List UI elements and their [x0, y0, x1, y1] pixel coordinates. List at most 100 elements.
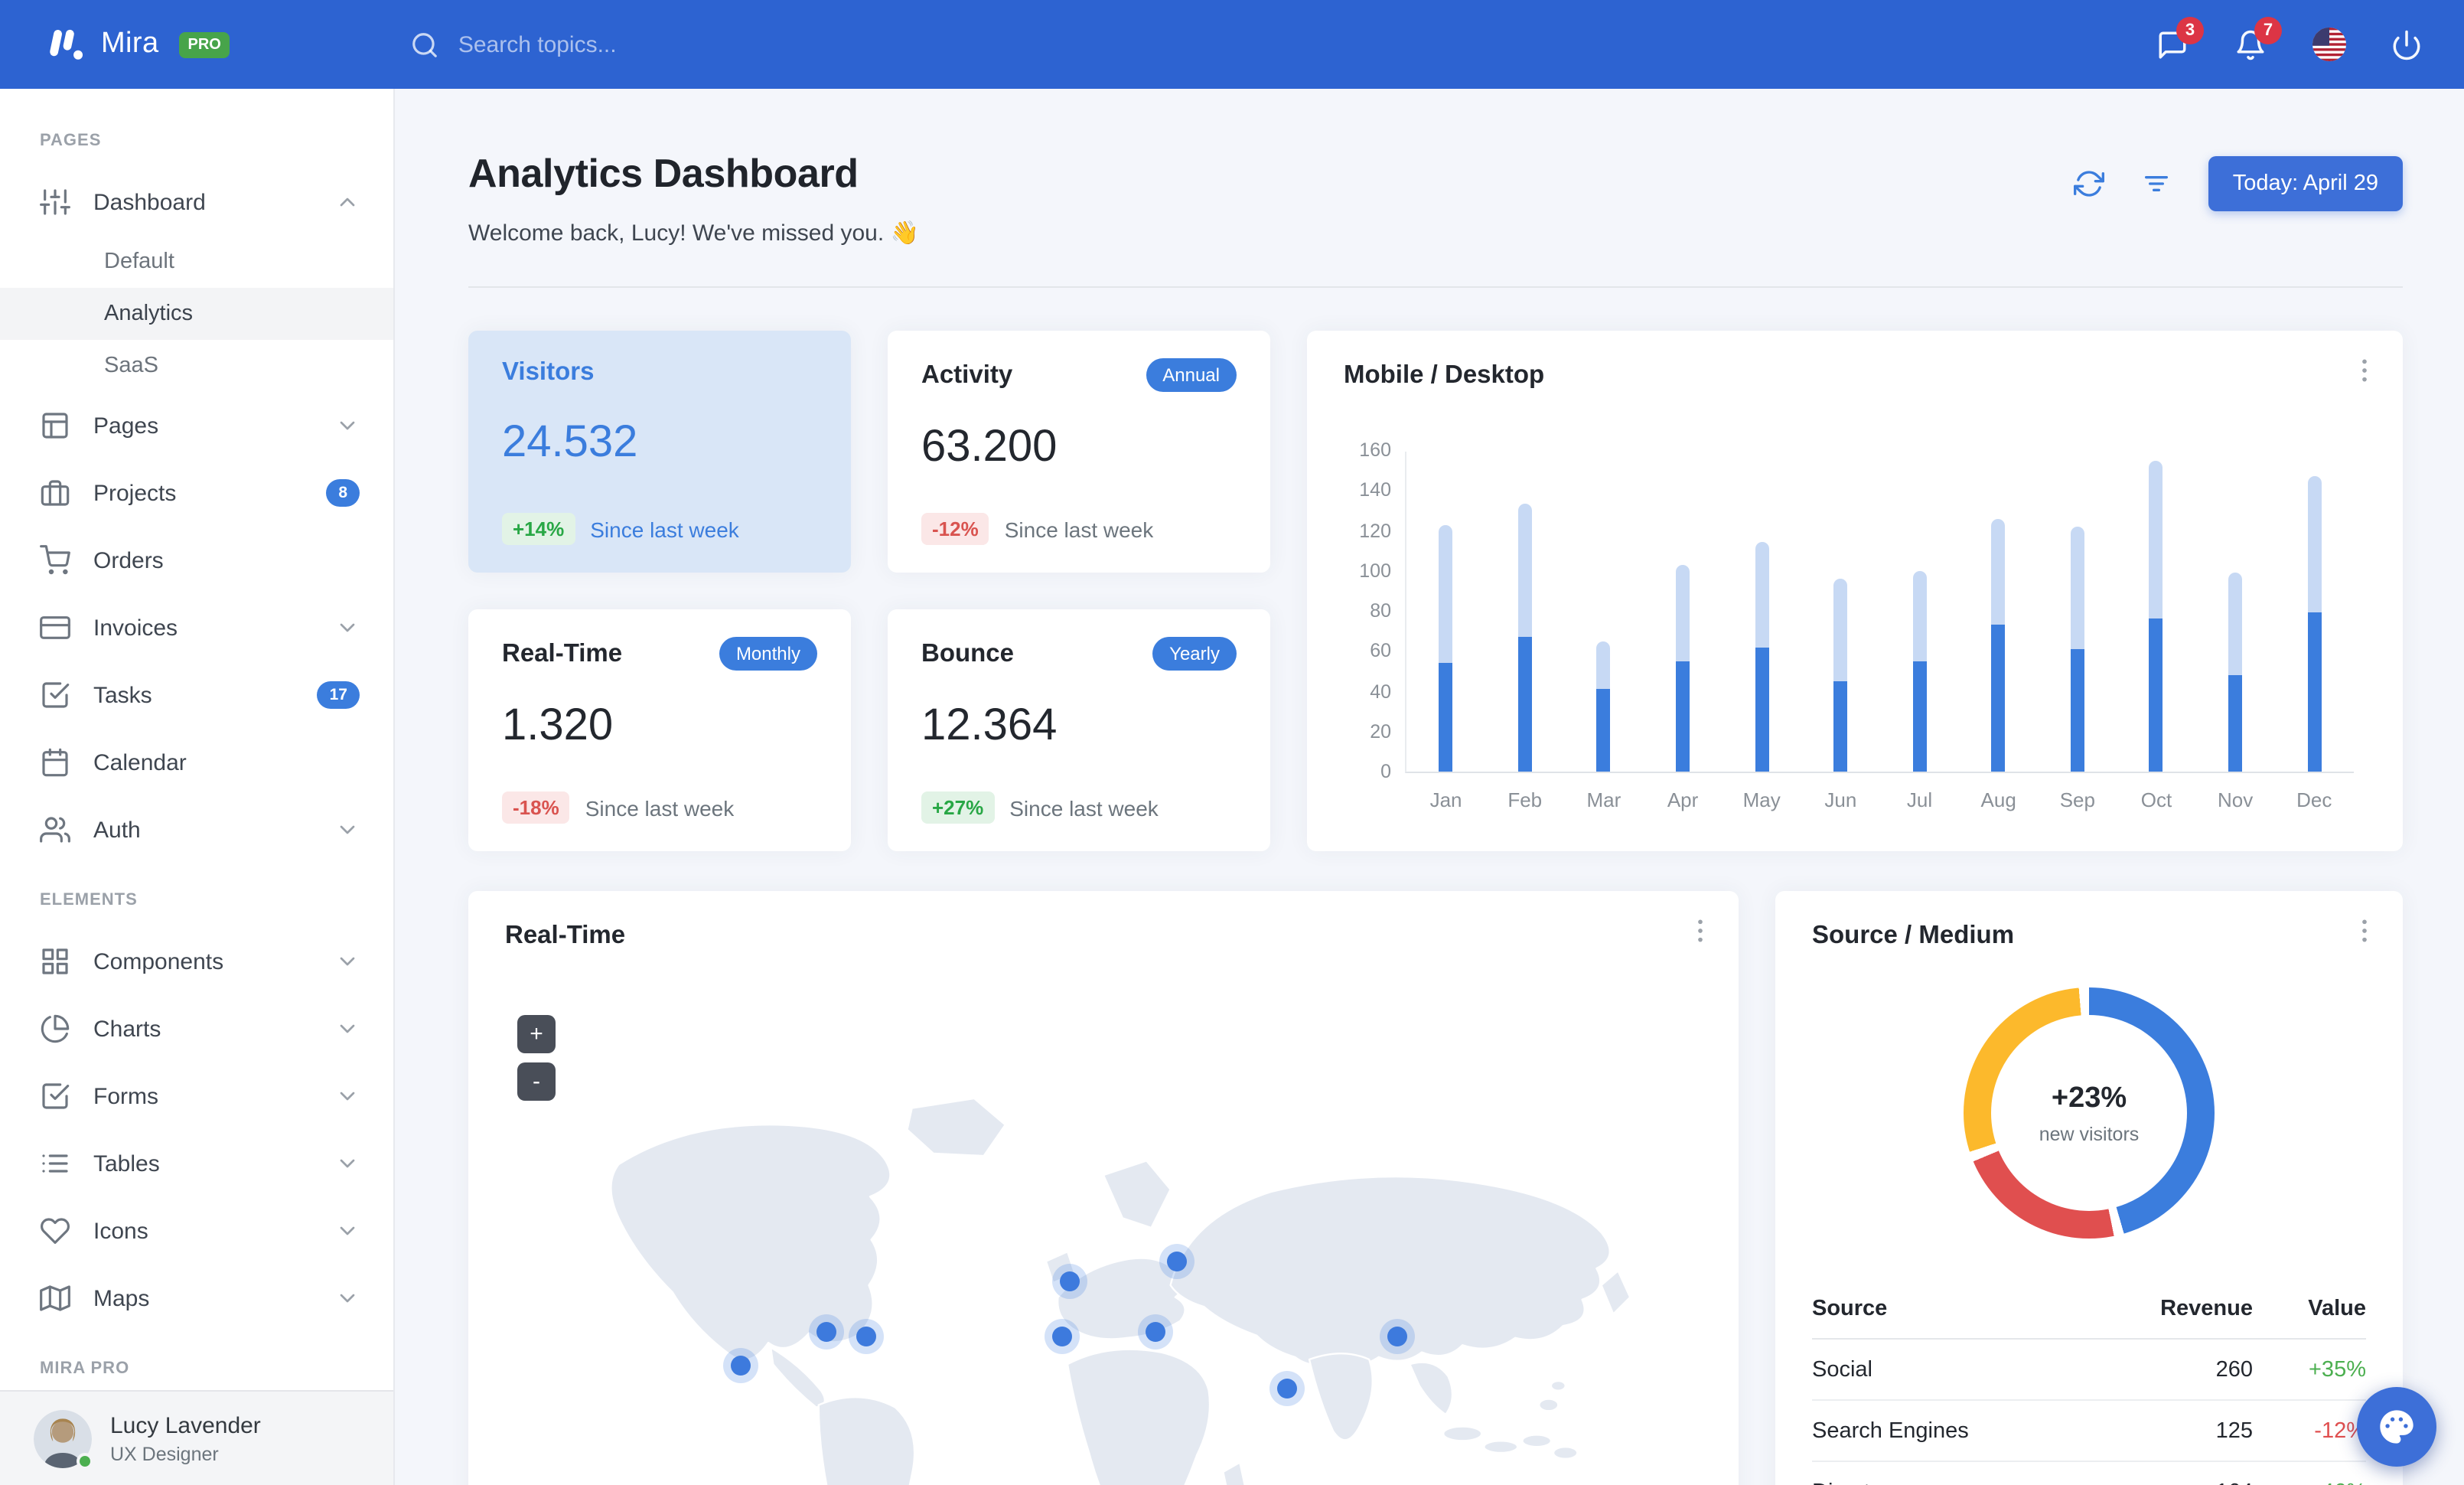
sidebar-item-label: Tables	[93, 1150, 160, 1177]
cart-icon	[40, 545, 70, 575]
credit-card-icon	[40, 616, 70, 639]
x-axis-label: Aug	[1980, 788, 2016, 811]
stat-delta: -18%	[502, 791, 570, 824]
map-marker[interactable]	[731, 1356, 751, 1376]
bar-segment-desktop	[1517, 504, 1532, 638]
map-marker[interactable]	[1145, 1322, 1165, 1342]
bar-segment-mobile	[2228, 675, 2243, 772]
sidebar-item-calendar[interactable]: Calendar	[0, 729, 393, 796]
map-marker[interactable]	[1167, 1251, 1188, 1271]
notifications-button[interactable]: 7	[2234, 17, 2282, 61]
stat-title: Bounce	[921, 639, 1015, 667]
bar-segment-mobile	[2070, 648, 2084, 772]
sidebar-item-icons[interactable]: Icons	[0, 1197, 393, 1265]
palette-icon	[2380, 1410, 2413, 1444]
bar-segment-mobile	[1596, 689, 1611, 772]
date-range-button[interactable]: Today: April 29	[2208, 156, 2403, 211]
grid-icon	[42, 948, 68, 974]
bar-jan: Jan	[1430, 452, 1462, 811]
map-marker[interactable]	[816, 1322, 836, 1342]
bar-chart: 0 20 40 60 80 100 120 140 160 Jan Feb Mar Apr May Jun J…	[1359, 439, 2354, 811]
sidebar-item-label: Invoices	[93, 615, 178, 641]
chevron-down-icon	[340, 825, 355, 834]
stat-period-badge[interactable]: Monthly	[719, 637, 817, 671]
stat-value: 63.200	[921, 423, 1058, 472]
sidebar-item-label: Dashboard	[93, 189, 206, 215]
map-menu-button[interactable]	[1683, 915, 1717, 949]
y-axis-tick: 100	[1359, 560, 1391, 582]
map-zoom-in-button[interactable]: +	[517, 1015, 556, 1053]
sidebar-item-orders[interactable]: Orders	[0, 527, 393, 594]
sidebar-item-label: Tasks	[93, 682, 152, 708]
sidebar-item-label: Icons	[93, 1218, 148, 1244]
sidebar-item-tasks[interactable]: Tasks 17	[0, 661, 393, 729]
realtime-map-card: Real-Time + -	[468, 891, 1739, 1485]
sidebar-item-dashboard[interactable]: Dashboard	[0, 168, 393, 236]
source-revenue: 125	[2215, 1418, 2253, 1443]
sidebar-subitem-default[interactable]: Default	[0, 236, 393, 288]
messages-button[interactable]: 3	[2156, 17, 2204, 61]
logout-button[interactable]	[2391, 28, 2424, 61]
donut-chart: +23% new visitors	[1964, 987, 2215, 1239]
mira-logo-icon	[50, 28, 83, 59]
avatar	[34, 1409, 93, 1469]
chevron-down-icon	[340, 623, 355, 632]
kebab-icon	[2362, 359, 2367, 382]
map-marker[interactable]	[856, 1326, 877, 1346]
pie-icon	[41, 1014, 70, 1043]
bar-feb: Feb	[1507, 452, 1542, 811]
source-menu-button[interactable]	[2348, 915, 2381, 949]
stat-period-badge[interactable]: Yearly	[1152, 637, 1237, 671]
stat-delta: +14%	[502, 513, 575, 545]
map-marker[interactable]	[1052, 1326, 1073, 1346]
sidebar-subitem-analytics[interactable]: Analytics	[0, 288, 393, 340]
sidebar-subitem-saas[interactable]: SaaS	[0, 340, 393, 392]
sliders-icon	[40, 189, 70, 215]
sidebar-item-forms[interactable]: Forms	[0, 1062, 393, 1130]
refresh-button[interactable]	[2073, 167, 2107, 201]
x-axis-label: May	[1742, 788, 1781, 811]
y-axis-tick: 0	[1380, 761, 1391, 782]
stat-title: Real-Time	[502, 639, 623, 667]
sidebar-item-charts[interactable]: Charts	[0, 995, 393, 1062]
bar-apr: Apr	[1667, 452, 1698, 811]
map-marker[interactable]	[1277, 1379, 1298, 1399]
chevron-down-icon	[340, 421, 355, 430]
theme-settings-fab[interactable]	[2357, 1387, 2436, 1467]
sidebar-item-badge: 17	[317, 681, 360, 709]
stat-card-visitors: Visitors 24.532 +14% Since last week	[468, 331, 851, 573]
user-card[interactable]: Lucy Lavender UX Designer	[0, 1390, 393, 1485]
language-button[interactable]	[2312, 28, 2346, 61]
brand[interactable]: Mira PRO	[46, 24, 230, 65]
bar-segment-mobile	[1912, 661, 1927, 772]
source-medium-card: Source / Medium +23% new visitors Source…	[1775, 891, 2403, 1485]
sidebar-item-projects[interactable]: Projects 8	[0, 459, 393, 527]
bar-oct: Oct	[2141, 452, 2172, 811]
search-input[interactable]	[458, 31, 826, 57]
user-name: Lucy Lavender	[110, 1412, 261, 1438]
sidebar-item-components[interactable]: Components	[0, 928, 393, 995]
stat-period-badge[interactable]: Annual	[1146, 358, 1237, 392]
messages-badge: 3	[2176, 17, 2204, 44]
map-zoom-out-button[interactable]: -	[517, 1062, 556, 1101]
bar-segment-desktop	[1596, 641, 1611, 690]
chevron-up-icon	[340, 197, 355, 207]
stat-note: Since last week	[585, 795, 735, 820]
map-marker[interactable]	[1387, 1326, 1407, 1346]
search-icon	[413, 32, 438, 57]
sidebar-item-pages[interactable]: Pages	[0, 392, 393, 459]
chart-menu-button[interactable]	[2348, 355, 2381, 389]
filter-button[interactable]	[2141, 167, 2175, 201]
sidebar-item-auth[interactable]: Auth	[0, 796, 393, 863]
list-icon	[42, 1154, 68, 1173]
chevron-down-icon	[340, 1294, 355, 1303]
sidebar-item-tables[interactable]: Tables	[0, 1130, 393, 1197]
bar-segment-mobile	[1517, 637, 1532, 772]
briefcase-icon	[41, 480, 70, 506]
header-divider	[468, 286, 2403, 288]
sidebar-item-maps[interactable]: Maps	[0, 1265, 393, 1332]
source-table-header: Source Revenue Value	[1812, 1278, 2366, 1340]
stat-value: 24.532	[502, 418, 638, 467]
map-marker[interactable]	[1060, 1271, 1080, 1292]
sidebar-item-invoices[interactable]: Invoices	[0, 594, 393, 661]
